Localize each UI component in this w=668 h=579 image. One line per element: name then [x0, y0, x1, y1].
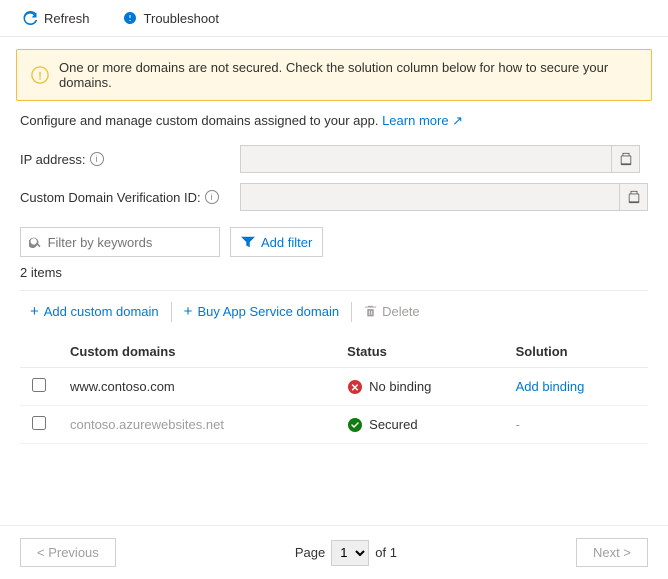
- verification-id-label: Custom Domain Verification ID: i: [20, 190, 240, 205]
- description: Configure and manage custom domains assi…: [20, 113, 648, 129]
- next-button[interactable]: Next >: [576, 538, 648, 567]
- th-solution: Solution: [504, 336, 648, 368]
- filter-row: Add filter: [20, 227, 648, 257]
- ip-address-input[interactable]: [241, 146, 611, 172]
- row-checkbox-1[interactable]: [32, 416, 46, 430]
- ip-address-copy-button[interactable]: [611, 145, 639, 173]
- delete-label: Delete: [382, 304, 420, 319]
- plus-icon-2: +: [184, 303, 193, 320]
- add-filter-label: Add filter: [261, 235, 312, 250]
- troubleshoot-label: Troubleshoot: [144, 11, 219, 26]
- cell-solution-0: Add binding: [504, 368, 648, 406]
- refresh-label: Refresh: [44, 11, 90, 26]
- delete-button[interactable]: Delete: [354, 300, 430, 323]
- th-custom-domains: Custom domains: [58, 336, 335, 368]
- delete-icon: [364, 305, 377, 318]
- ip-address-label: IP address: i: [20, 152, 240, 167]
- table-row: contoso.azurewebsites.net Secured -: [20, 406, 648, 444]
- add-custom-domain-button[interactable]: + Add custom domain: [20, 299, 169, 324]
- plus-icon: +: [30, 303, 39, 320]
- ip-address-info-icon: i: [90, 152, 104, 166]
- refresh-button[interactable]: Refresh: [16, 6, 96, 30]
- page-label: Page: [295, 545, 325, 560]
- status-text-1: Secured: [369, 417, 417, 432]
- main-content: Configure and manage custom domains assi…: [0, 113, 668, 444]
- cell-domain-1: contoso.azurewebsites.net: [58, 406, 335, 444]
- pagination: < Previous Page 1 of 1 Next >: [0, 525, 668, 579]
- learn-more-link[interactable]: Learn more ↗: [382, 113, 463, 128]
- svg-text:✕: ✕: [351, 383, 359, 394]
- table-row: www.contoso.com ✕ No binding Add binding: [20, 368, 648, 406]
- cell-solution-1: -: [504, 406, 648, 444]
- cell-status-1: Secured: [335, 406, 503, 444]
- alert-icon: !: [31, 66, 49, 84]
- buy-app-service-button[interactable]: + Buy App Service domain: [174, 299, 349, 324]
- toolbar: Refresh Troubleshoot: [0, 0, 668, 37]
- page-select[interactable]: 1: [331, 540, 369, 566]
- previous-button[interactable]: < Previous: [20, 538, 116, 567]
- search-icon: [29, 235, 42, 249]
- status-text-0: No binding: [369, 379, 431, 394]
- search-box: [20, 227, 220, 257]
- table-header-row: Custom domains Status Solution: [20, 336, 648, 368]
- verification-id-input[interactable]: [241, 184, 619, 210]
- verification-id-row: Custom Domain Verification ID: i: [20, 183, 648, 211]
- ip-address-row: IP address: i: [20, 145, 648, 173]
- verification-id-info-icon: i: [205, 190, 219, 204]
- error-icon: ✕: [347, 379, 363, 395]
- ip-address-input-wrap: [240, 145, 640, 173]
- row-checkbox-0[interactable]: [32, 378, 46, 392]
- alert-banner: ! One or more domains are not secured. C…: [16, 49, 652, 101]
- refresh-icon: [22, 10, 38, 26]
- success-icon: [347, 417, 363, 433]
- solution-link-0[interactable]: Add binding: [516, 379, 585, 394]
- verification-id-input-wrap: [240, 183, 648, 211]
- previous-label: < Previous: [37, 545, 99, 560]
- add-custom-domain-label: Add custom domain: [44, 304, 159, 319]
- domains-table: Custom domains Status Solution www.conto…: [20, 336, 648, 444]
- action-separator-1: [171, 302, 172, 322]
- add-filter-button[interactable]: Add filter: [230, 227, 323, 257]
- verification-id-copy-button[interactable]: [619, 183, 647, 211]
- next-label: Next >: [593, 545, 631, 560]
- action-separator-2: [351, 302, 352, 322]
- items-count: 2 items: [20, 265, 648, 280]
- th-status: Status: [335, 336, 503, 368]
- page-info: Page 1 of 1: [295, 540, 397, 566]
- troubleshoot-button[interactable]: Troubleshoot: [116, 6, 225, 30]
- buy-app-service-label: Buy App Service domain: [197, 304, 339, 319]
- th-checkbox: [20, 336, 58, 368]
- svg-text:!: !: [38, 71, 42, 83]
- cell-domain-0: www.contoso.com: [58, 368, 335, 406]
- cell-status-0: ✕ No binding: [335, 368, 503, 406]
- of-label: of 1: [375, 545, 397, 560]
- action-bar: + Add custom domain + Buy App Service do…: [20, 290, 648, 332]
- filter-icon: [241, 235, 255, 249]
- alert-message: One or more domains are not secured. Che…: [59, 60, 637, 90]
- search-input[interactable]: [48, 235, 211, 250]
- troubleshoot-icon: [122, 10, 138, 26]
